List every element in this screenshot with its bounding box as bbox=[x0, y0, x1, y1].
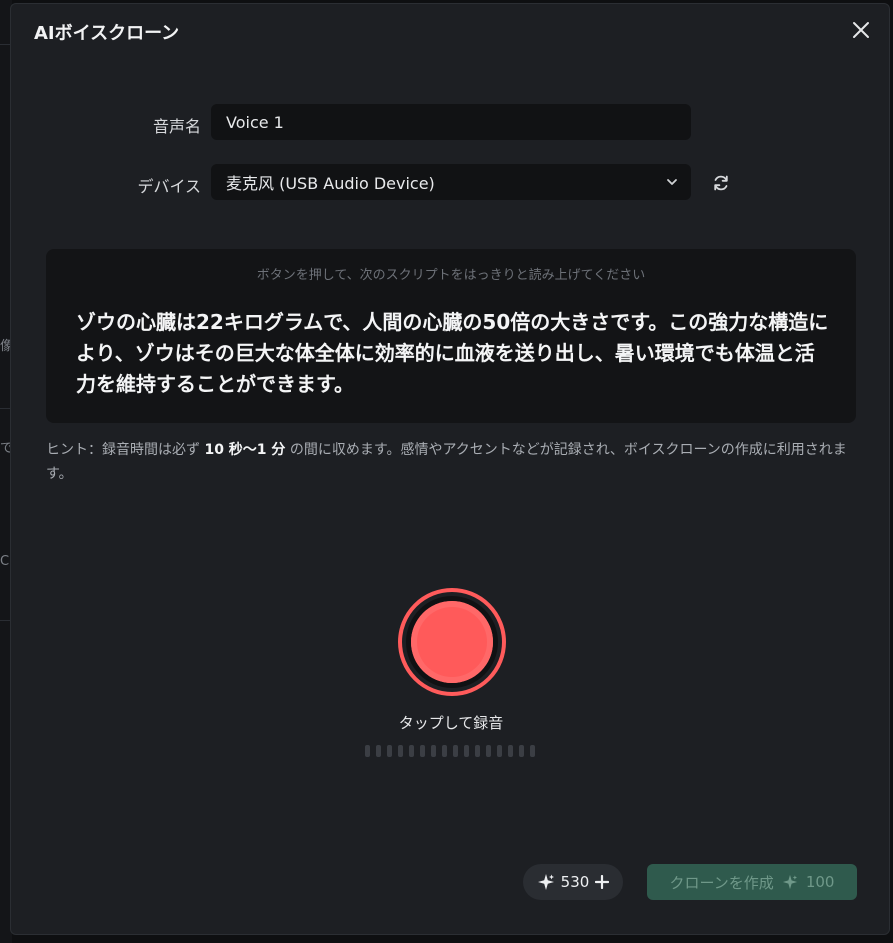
level-bar bbox=[442, 745, 447, 757]
level-bar bbox=[431, 745, 436, 757]
level-bar bbox=[508, 745, 513, 757]
create-clone-button[interactable]: クローンを作成 100 bbox=[647, 864, 857, 900]
refresh-device-button[interactable] bbox=[709, 171, 733, 195]
record-icon bbox=[411, 601, 493, 683]
device-value: 麦克风 (USB Audio Device) bbox=[226, 174, 435, 193]
tip-duration: 10 秒〜1 分 bbox=[204, 442, 286, 458]
background-fragment: C bbox=[0, 554, 10, 569]
credits-count: 530 bbox=[560, 873, 590, 891]
level-bar bbox=[420, 745, 425, 757]
create-clone-label: クローンを作成 bbox=[669, 873, 774, 892]
refresh-icon bbox=[714, 175, 728, 191]
level-bar bbox=[475, 745, 480, 757]
recording-tip: ヒント：録音時間は必ず 10 秒〜1 分 の間に収めます。感情やアクセントなどが… bbox=[46, 438, 861, 486]
level-bar bbox=[497, 745, 502, 757]
level-bar bbox=[387, 745, 392, 757]
record-button[interactable] bbox=[398, 588, 506, 696]
level-bar bbox=[453, 745, 458, 757]
audio-level-meter bbox=[365, 745, 535, 757]
voice-name-label: 音声名 bbox=[152, 117, 201, 136]
level-bar bbox=[398, 745, 403, 757]
level-bar bbox=[365, 745, 370, 757]
sparkle-icon bbox=[537, 874, 554, 890]
device-select[interactable]: 麦克风 (USB Audio Device) bbox=[211, 164, 691, 200]
level-bar bbox=[376, 745, 381, 757]
level-bar bbox=[530, 745, 535, 757]
create-clone-cost: 100 bbox=[805, 873, 835, 891]
background-divider bbox=[0, 620, 10, 621]
voice-name-input[interactable]: Voice 1 bbox=[211, 104, 691, 140]
tip-prefix: ヒント：録音時間は必ず bbox=[46, 442, 200, 458]
plus-icon bbox=[595, 875, 610, 889]
level-bar bbox=[464, 745, 469, 757]
close-button[interactable] bbox=[849, 18, 873, 42]
level-bar bbox=[409, 745, 414, 757]
close-icon bbox=[853, 22, 869, 38]
voice-name-value: Voice 1 bbox=[226, 112, 284, 132]
level-bar bbox=[519, 745, 524, 757]
credits-badge[interactable]: 530 bbox=[523, 864, 623, 900]
script-text: ゾウの心臓は22キログラムで、人間の心臓の50倍の大きさです。この強力な構造によ… bbox=[76, 310, 829, 396]
record-label: タップして録音 bbox=[398, 714, 504, 732]
background-divider bbox=[0, 408, 10, 409]
device-label: デバイス bbox=[137, 177, 201, 196]
chevron-down-icon bbox=[667, 179, 677, 185]
level-bar bbox=[486, 745, 491, 757]
script-panel: ボタンを押して、次のスクリプトをはっきりと読み上げてください ゾウの心臓は22キ… bbox=[46, 249, 856, 423]
voice-clone-dialog: AIボイスクローン 音声名 Voice 1 デバイス 麦克风 (USB Audi… bbox=[10, 3, 890, 935]
sparkle-icon bbox=[782, 874, 797, 890]
background-divider bbox=[0, 44, 10, 45]
dialog-title: AIボイスクローン bbox=[34, 23, 180, 44]
script-instruction: ボタンを押して、次のスクリプトをはっきりと読み上げてください bbox=[256, 268, 646, 283]
